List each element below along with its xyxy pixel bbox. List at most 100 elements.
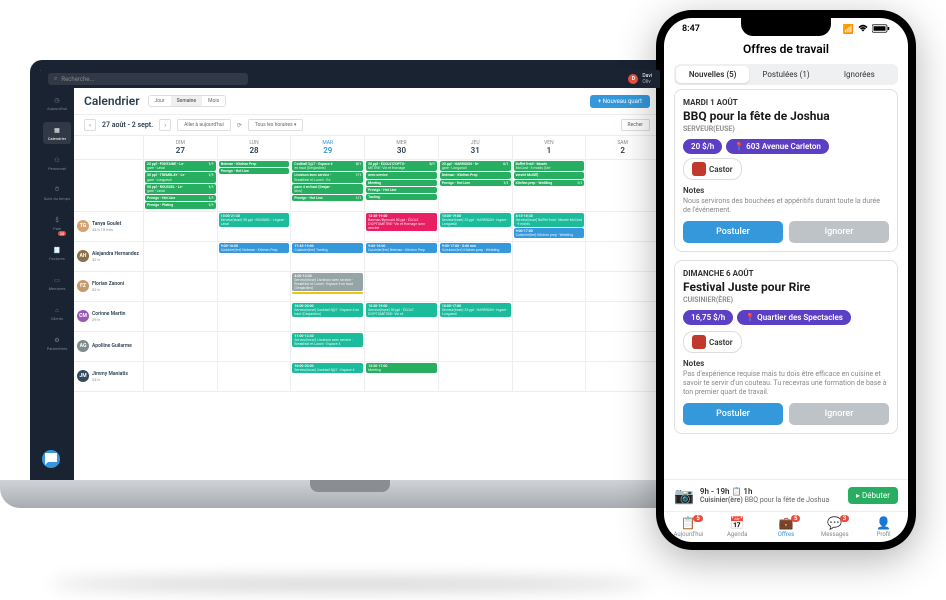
calendar-cell[interactable] — [586, 272, 660, 302]
calendar-cell[interactable]: Cocktail 5@7 - Espace 4 0/1en haut (Desj… — [291, 160, 365, 212]
calendar-cell[interactable] — [513, 272, 587, 302]
calendar-cell[interactable] — [513, 362, 587, 392]
calendar-cell[interactable] — [513, 332, 587, 362]
calendar-event[interactable]: Livraison avec service - 1/1Breakfast et… — [292, 172, 363, 182]
calendar-event[interactable]: Notman - Kitchen Prep — [440, 172, 511, 178]
calendar-cell[interactable] — [586, 242, 660, 272]
calendar-event[interactable]: Cocktail 5@7 - Espace 4 0/1en haut (Desj… — [292, 161, 363, 171]
calendar-event[interactable]: Provigo - Hot Line 1/1 — [292, 195, 363, 201]
calendar-event[interactable]: Kitchen prep - Wedding 1/1 — [514, 180, 585, 186]
calendar-event[interactable]: 25 ppl - FONTAINE - Le- 1/1gare - Laval — [145, 161, 216, 171]
chat-button[interactable] — [42, 450, 60, 468]
calendar-cell[interactable] — [365, 332, 439, 362]
calendar-cell[interactable]: Notman - Kitchen PrepProvigo - Hot Line — [218, 160, 292, 212]
calendar-cell[interactable] — [586, 160, 660, 212]
calendar-event[interactable]: Provigo - Hot Line 1/1 — [145, 195, 216, 201]
calendar-cell[interactable]: 9:00-17:00 - 5:00 minCuisinier(ère) Kitc… — [439, 242, 513, 272]
calendar-event[interactable]: Notman - Kitchen Prep — [219, 161, 290, 167]
calendar-event[interactable]: 50 ppl - ÉCOLE D'OPTO- 0/1MÉTRIE- Vin et… — [366, 161, 437, 171]
user-menu[interactable]: D Davi Oliv — [628, 73, 652, 85]
tab-mois[interactable]: Mois — [202, 96, 225, 106]
calendar-cell[interactable]: 25 ppl - HARRISON - le- 0/1gare - Longue… — [439, 160, 513, 212]
apply-button[interactable]: Postuler — [683, 403, 783, 425]
sidebar-item-suivi du temps[interactable]: ⏱Suivi du temps — [43, 182, 71, 204]
calendar-event[interactable]: 50 ppl - ROUSSEL - Le- 1/1gare - Laval — [145, 184, 216, 194]
calendar-event[interactable]: Buffet froid - MuséeMcCord - 5 molds (Un… — [514, 161, 585, 171]
calendar-event[interactable]: 9:00-16:00Cuisinier(ère) Notman - Kitche… — [366, 243, 437, 253]
calendar-cell[interactable]: 8:15-16:30Serveur(euse) Buffet froid - M… — [513, 212, 587, 242]
segment-2[interactable]: Ignorées — [823, 66, 896, 83]
calendar-event[interactable]: 8:15-16:30Serveur(euse) Buffet froid - M… — [514, 213, 585, 228]
sidebar-item-membres[interactable]: ▭Membres — [43, 272, 71, 294]
search-button[interactable]: Recher — [621, 119, 650, 131]
calendar-cell[interactable]: 11:00-13:30Serveur(euse) Livraison avec … — [291, 332, 365, 362]
calendar-event[interactable]: 9:00-16:00Cuisinier(ère) Notman - Kitche… — [219, 243, 290, 253]
calendar-cell[interactable] — [144, 242, 218, 272]
tab-messages[interactable]: 💬Messages3 — [810, 516, 859, 538]
tab-offres[interactable]: 💼Offres5 — [762, 516, 811, 538]
refresh-icon[interactable]: ⟳ — [237, 122, 242, 129]
calendar-cell[interactable] — [218, 302, 292, 332]
person-row-header[interactable]: CMCorinne Martin29 h — [74, 302, 144, 332]
next-week-button[interactable]: › — [159, 119, 171, 131]
calendar-cell[interactable]: 25 ppl - FONTAINE - Le- 1/1gare - Laval 5… — [144, 160, 218, 212]
calendar-cell[interactable]: 13:30-19:00Barman/Barmaid 50 ppl - ÉCOLE… — [365, 212, 439, 242]
calendar-cell[interactable] — [586, 332, 660, 362]
sidebar-item-factures[interactable]: 🧾Factures20 — [43, 242, 71, 264]
calendar-event[interactable]: 10:00-17:00Serveur(euse) 25 ppl - HARRIS… — [440, 303, 511, 318]
person-row-header[interactable]: FZFlorian Zanoni32 h — [74, 272, 144, 302]
calendar-cell[interactable] — [218, 332, 292, 362]
calendar-event[interactable]: 4:00-13:30Serveur(euse) Livraison avec s… — [292, 273, 363, 292]
calendar-event[interactable]: 11:00-13:30Serveur(euse) Livraison avec … — [292, 333, 363, 348]
calendar-cell[interactable]: 50 ppl - ÉCOLE D'OPTO- 0/1MÉTRIE- Vin et… — [365, 160, 439, 212]
calendar-cell[interactable] — [144, 362, 218, 392]
calendar-cell[interactable] — [586, 212, 660, 242]
calendar-event[interactable]: 15:00-21:30Serveur(euse) 50 ppl - ROUSSE… — [219, 213, 290, 228]
schedules-dropdown[interactable]: Tous les horaires ▾ — [248, 119, 304, 131]
today-button[interactable]: Aller à aujourd'hui — [177, 119, 231, 131]
ignore-button[interactable]: Ignorer — [789, 221, 889, 243]
calendar-event[interactable]: 17:45-19:00Cuisinier(ère) Tasting — [292, 243, 363, 253]
person-row-header[interactable]: JMJimmy Maniatis23 h — [74, 362, 144, 392]
calendar-cell[interactable]: 9:00-16:00Cuisinier(ère) Notman - Kitche… — [365, 242, 439, 272]
calendar-cell[interactable] — [439, 362, 513, 392]
calendar-event[interactable] — [292, 292, 363, 294]
calendar-cell[interactable]: 16:00-20:00Serveur(euse) Cocktail 5@7 - … — [291, 362, 365, 392]
tab-agenda[interactable]: 📅Agenda — [713, 516, 762, 538]
sidebar-item-calendrier[interactable]: ▦Calendrier — [43, 122, 71, 144]
search-input[interactable]: ⌕ Recherche... — [48, 73, 248, 85]
calendar-event[interactable]: Tasting — [366, 194, 437, 200]
sidebar-item-aujourd'hui[interactable]: ◷Aujourd'hui — [43, 92, 71, 114]
person-row-header[interactable]: TGTanya Goulet43 h 15 min — [74, 212, 144, 242]
person-row-header[interactable]: AGApolline Guilarme — [74, 332, 144, 362]
calendar-cell[interactable]: 15:00-21:30Serveur(euse) 50 ppl - ROUSSE… — [218, 212, 292, 242]
calendar-event[interactable]: 10:00-19:00Serveur(euse) 25 ppl - HARRIS… — [440, 213, 511, 228]
calendar-event[interactable]: 9:00-17:00 - 5:00 minCuisinier(ère) Kitc… — [440, 243, 511, 253]
calendar-cell[interactable]: 13:30-19:00Serveur(euse) 50 ppl - ÉCOLE … — [365, 302, 439, 332]
sidebar-item-paramètres[interactable]: ⚙Paramètres — [43, 332, 71, 354]
client-pill[interactable]: Castor — [683, 331, 742, 353]
tab-semaine[interactable]: Semaine — [171, 96, 203, 106]
location-pill[interactable]: 📍 603 Avenue Carleton — [726, 139, 829, 154]
calendar-cell[interactable]: 10:00-19:00Serveur(euse) 25 ppl - HARRIS… — [439, 212, 513, 242]
calendar-cell[interactable]: 16:00-20:00Serveur(euse) Cocktail 5@7 - … — [291, 302, 365, 332]
calendar-cell[interactable] — [291, 212, 365, 242]
start-button[interactable]: ▸ Débuter — [848, 487, 898, 504]
calendar-cell[interactable] — [586, 302, 660, 332]
calendar-event[interactable]: avec service — [366, 172, 437, 178]
calendar-cell[interactable]: 4:00-13:30Serveur(euse) Livraison avec s… — [291, 272, 365, 302]
calendar-cell[interactable] — [218, 272, 292, 302]
calendar-cell[interactable] — [365, 272, 439, 302]
tab-aujourd'hui[interactable]: 📋Aujourd'hui5 — [664, 516, 713, 538]
calendar-cell[interactable]: 9:00-16:00Cuisinier(ère) Notman - Kitche… — [218, 242, 292, 272]
calendar-cell[interactable]: 17:45-19:00Cuisinier(ère) Tasting — [291, 242, 365, 272]
apply-button[interactable]: Postuler — [683, 221, 783, 243]
calendar-cell[interactable] — [439, 272, 513, 302]
calendar-event[interactable]: 13:30-19:00Barman/Barmaid 50 ppl - ÉCOLE… — [366, 213, 437, 232]
sidebar-item-paie[interactable]: $Paie — [43, 212, 71, 234]
calendar-cell[interactable] — [144, 332, 218, 362]
calendar-cell[interactable] — [586, 362, 660, 392]
calendar-event[interactable]: 16:00-20:00Serveur(euse) Cocktail 5@7 - … — [292, 363, 363, 373]
calendar-event[interactable]: Provigo - Hot Line — [366, 187, 437, 193]
calendar-event[interactable]: 16:00-20:00Serveur(euse) Cocktail 5@7 - … — [292, 303, 363, 318]
